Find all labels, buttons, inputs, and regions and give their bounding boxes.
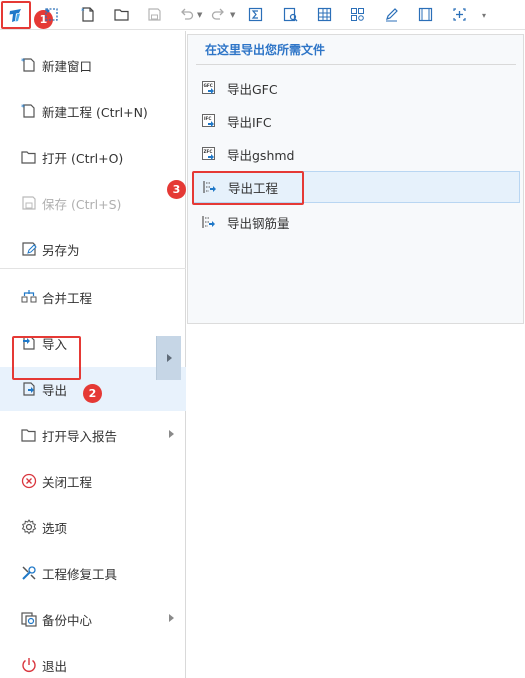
menu-item-exit[interactable]: 退出 (0, 643, 186, 678)
backup-icon (20, 610, 38, 628)
redo-dropdown-icon[interactable]: ▼ (230, 11, 235, 19)
open-button[interactable] (110, 3, 132, 25)
ifc-file-icon: IFC (201, 113, 217, 129)
redo-button[interactable] (207, 3, 229, 25)
menu-item-new-project[interactable]: * 新建工程 (Ctrl+N) (0, 89, 186, 133)
panel-title: 在这里导出您所需文件 (205, 43, 326, 57)
save-disk-icon (147, 7, 161, 21)
power-icon (20, 656, 38, 674)
select-box-icon (44, 7, 58, 21)
menu-separator (0, 268, 186, 269)
folder-icon (20, 426, 38, 444)
new-window-icon: * (20, 56, 38, 74)
redo-icon (211, 8, 224, 20)
merge-icon (20, 288, 38, 306)
plus-frame-icon (452, 7, 466, 21)
gfc-file-icon: GFC (201, 80, 217, 96)
wrench-tools-icon (20, 564, 38, 582)
select-button[interactable] (40, 3, 62, 25)
folder-icon (113, 8, 129, 21)
submenu-arrow-icon (169, 430, 174, 438)
report-view-button[interactable] (279, 3, 301, 25)
menu-item-merge-project[interactable]: 合并工程 (0, 275, 186, 319)
undo-icon (180, 8, 193, 20)
new-button[interactable]: * (76, 3, 98, 25)
grid-button[interactable] (313, 3, 335, 25)
export-highlight-box (12, 336, 81, 380)
film-strip-icon (418, 7, 432, 21)
menu-item-close-project[interactable]: 关闭工程 (0, 459, 186, 503)
pencil-icon (385, 7, 398, 21)
app-menu-button[interactable] (1, 1, 31, 29)
menu-item-options[interactable]: 选项 (0, 505, 186, 549)
menu-item-repair-tool[interactable]: 工程修复工具 (0, 551, 186, 595)
svg-text:ZFC: ZFC (204, 149, 213, 154)
gear-icon (20, 518, 38, 536)
folder-open-icon (20, 148, 38, 166)
svg-text:GFC: GFC (204, 83, 213, 88)
export-ifc-item[interactable]: IFC 导出IFC (193, 105, 520, 137)
report-search-icon (283, 7, 297, 21)
svg-text:*: * (21, 103, 25, 112)
custom-tool-button[interactable] (448, 3, 470, 25)
formula-button[interactable] (244, 3, 266, 25)
export-list-icon (201, 214, 217, 230)
save-icon (20, 194, 38, 212)
close-circle-icon (20, 472, 38, 490)
submenu-arrow-icon (166, 354, 172, 362)
menu-item-save: 保存 (Ctrl+S) (0, 181, 186, 225)
toolbar-more-icon[interactable]: ▾ (482, 11, 486, 20)
undo-button[interactable] (175, 3, 197, 25)
grid-query-button[interactable] (346, 3, 368, 25)
export-rebar-item[interactable]: 导出钢筋量 (193, 206, 520, 238)
export-submenu-arrow[interactable] (156, 336, 181, 380)
save-as-icon (20, 240, 38, 258)
menu-item-open-import-report[interactable]: 打开导入报告 (0, 413, 186, 457)
export-gfc-item[interactable]: GFC 导出GFC (193, 72, 520, 104)
app-logo-icon (9, 9, 21, 22)
menu-item-save-as[interactable]: 另存为 (0, 227, 186, 271)
menu-item-new-window[interactable]: * 新建窗口 (0, 43, 186, 87)
save-button[interactable] (143, 3, 165, 25)
quick-access-toolbar: 1 * ▼ ▼ ▾ (0, 0, 525, 30)
submenu-arrow-icon (169, 614, 174, 622)
sigma-icon (248, 7, 262, 21)
callout-2: 2 (83, 384, 102, 403)
undo-dropdown-icon[interactable]: ▼ (197, 11, 202, 19)
film-button[interactable] (414, 3, 436, 25)
svg-text:*: * (21, 57, 25, 66)
callout-3: 3 (167, 180, 186, 199)
table-grid-icon (317, 7, 331, 21)
export-gshmd-item[interactable]: ZFC 导出gshmd (193, 138, 520, 170)
new-file-icon: * (81, 7, 94, 22)
menu-item-backup-center[interactable]: 备份中心 (0, 597, 186, 641)
panel-separator (196, 64, 516, 65)
svg-text:IFC: IFC (204, 116, 212, 121)
export-icon (20, 380, 38, 398)
gshmd-file-icon: ZFC (201, 146, 217, 162)
grid-search-icon (350, 7, 364, 21)
menu-item-open[interactable]: 打开 (Ctrl+O) (0, 135, 186, 179)
export-project-highlight-box (192, 171, 304, 205)
new-project-icon: * (20, 102, 38, 120)
svg-text:*: * (81, 7, 85, 15)
edit-button[interactable] (380, 3, 402, 25)
